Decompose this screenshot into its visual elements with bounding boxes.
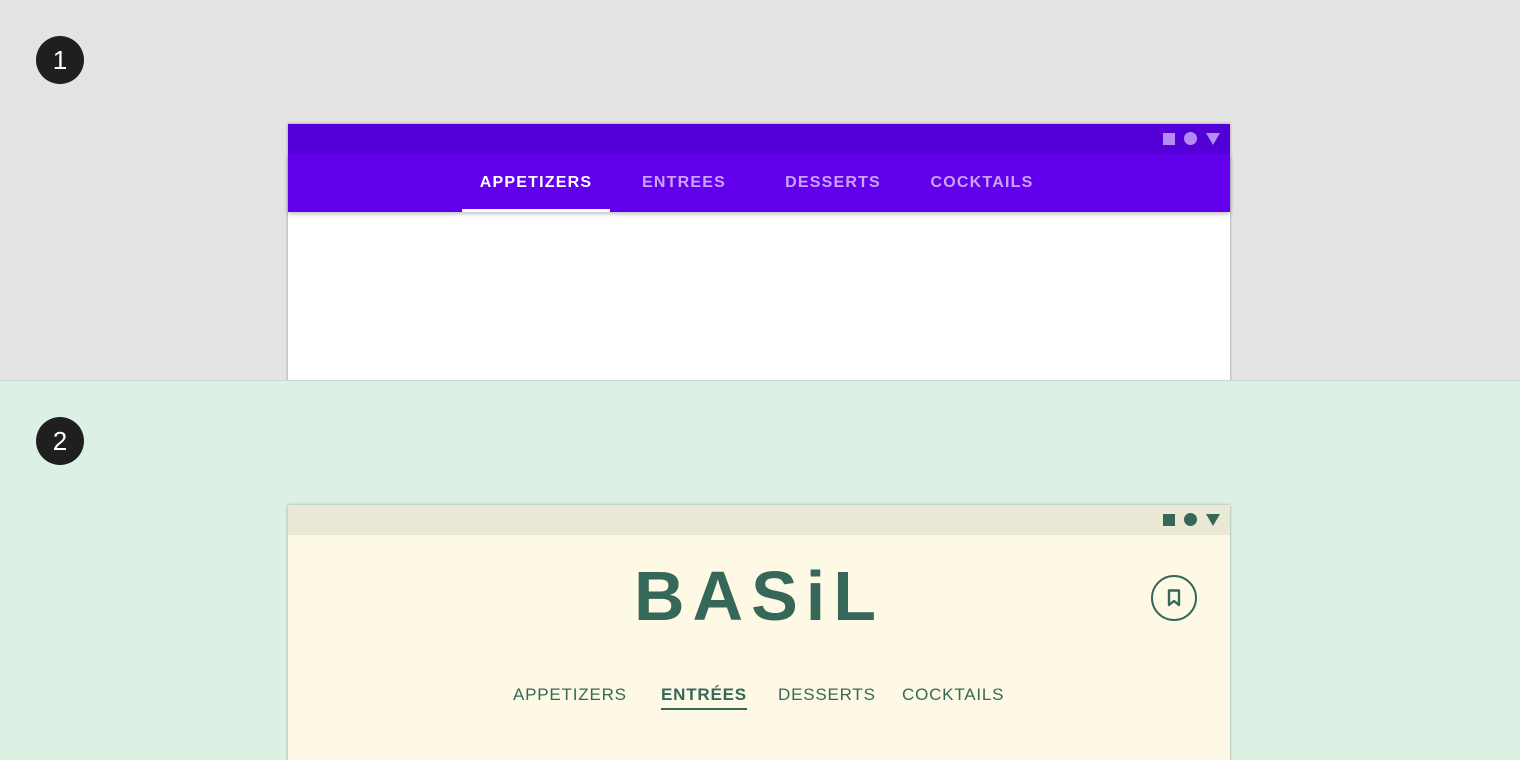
status-icons — [1163, 132, 1220, 145]
device-screen: BASiL APPETIZERS ENTRÉES DESSERTS COCKTA… — [288, 505, 1230, 760]
status-bar — [288, 124, 1230, 154]
triangle-icon — [1206, 513, 1220, 526]
tab-entrees[interactable]: ENTREES — [610, 154, 758, 212]
tab-bar: APPETIZERS ENTREES DESSERTS COCKTAILS — [288, 154, 1230, 212]
bookmark-button[interactable] — [1151, 575, 1197, 621]
step-badge: 1 — [36, 36, 84, 84]
tab-appetizers[interactable]: APPETIZERS — [513, 683, 627, 713]
tab-cocktails[interactable]: COCKTAILS — [908, 154, 1056, 212]
tab-bar: APPETIZERS ENTRÉES DESSERTS COCKTAILS — [288, 683, 1230, 713]
circle-icon — [1184, 132, 1197, 145]
tab-appetizers[interactable]: APPETIZERS — [462, 154, 610, 212]
brand-logo: BASiL — [634, 557, 884, 635]
tab-entrees[interactable]: ENTRÉES — [661, 683, 747, 713]
triangle-icon — [1206, 132, 1220, 145]
tab-cocktails[interactable]: COCKTAILS — [902, 683, 1004, 713]
variant-panel-material: 1 APPETIZERS ENTREES DESSERTS COCKTAILS — [0, 0, 1520, 380]
circle-icon — [1184, 513, 1197, 526]
status-bar — [288, 505, 1230, 535]
bookmark-icon — [1167, 589, 1181, 607]
device-screen: APPETIZERS ENTREES DESSERTS COCKTAILS — [288, 124, 1230, 380]
tab-desserts[interactable]: DESSERTS — [759, 154, 907, 212]
tab-desserts[interactable]: DESSERTS — [778, 683, 876, 713]
square-icon — [1163, 513, 1175, 526]
variant-panel-basil: 2 BASiL APPETIZERS ENTRÉES DESSERTS COCK… — [0, 380, 1520, 760]
step-badge: 2 — [36, 417, 84, 465]
square-icon — [1163, 132, 1175, 145]
status-icons — [1163, 513, 1220, 526]
